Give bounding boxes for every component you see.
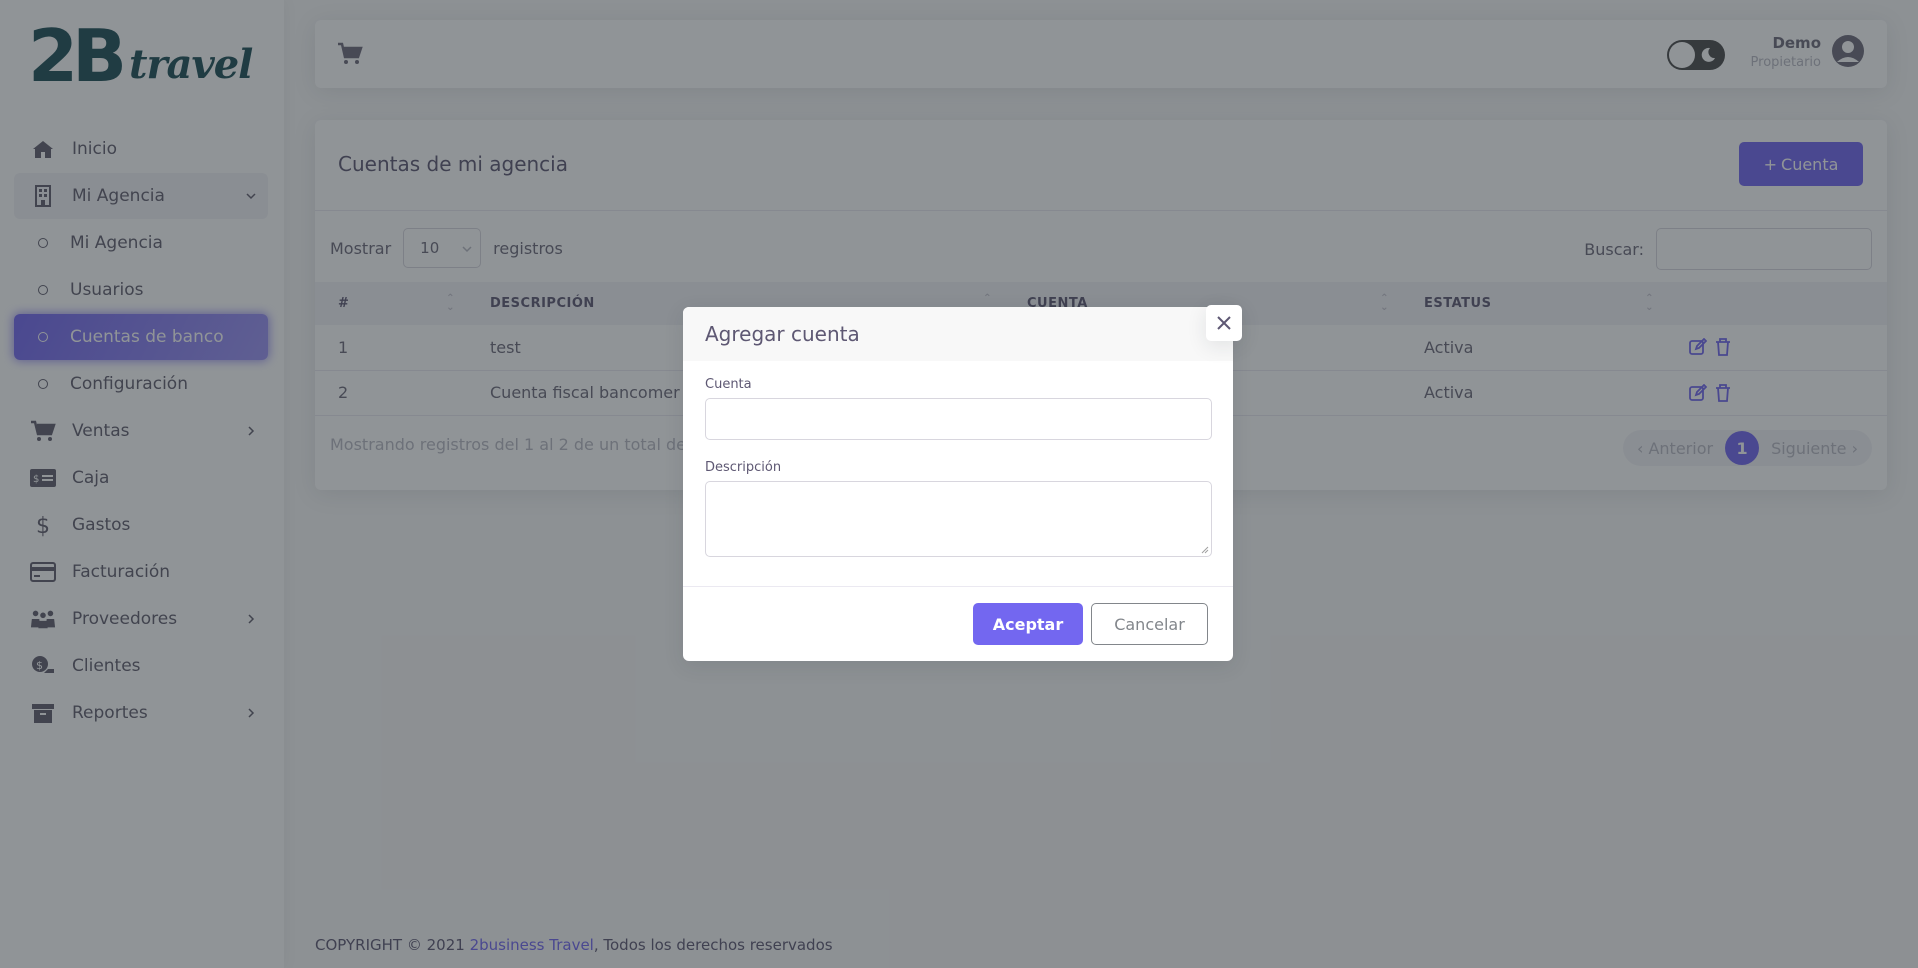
cancel-button[interactable]: Cancelar [1091,603,1208,645]
accept-button[interactable]: Aceptar [973,603,1083,645]
close-icon [1217,316,1231,330]
account-field[interactable] [705,398,1212,440]
modal-header: Agregar cuenta [683,307,1233,361]
description-textarea[interactable] [705,481,1212,557]
modal-title: Agregar cuenta [705,322,860,346]
description-label: Descripción [705,460,782,475]
account-label: Cuenta [705,377,752,392]
close-button[interactable] [1206,305,1242,341]
divider [683,586,1233,587]
resize-handle-icon[interactable] [1200,545,1209,554]
add-account-modal: Agregar cuenta Cuenta Descripción Acepta… [683,305,1242,661]
